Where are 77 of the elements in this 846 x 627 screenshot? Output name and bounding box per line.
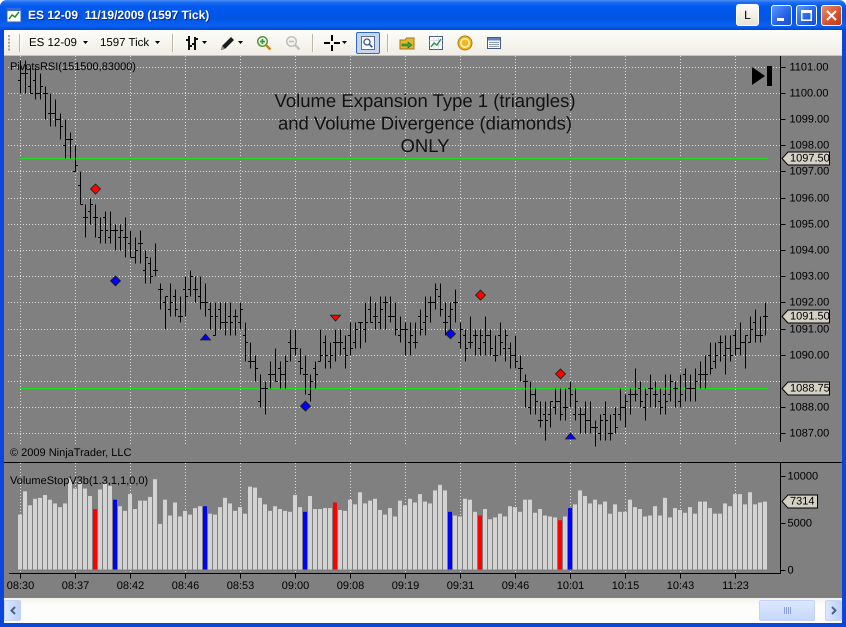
time-label: 08:42 [116, 580, 144, 592]
caret-icon [155, 41, 160, 44]
time-label: 09:00 [282, 580, 310, 592]
time-label: 08:53 [226, 580, 254, 592]
axis-label: 1094.00 [790, 244, 830, 256]
triangle-marker [200, 333, 212, 340]
time-label: 09:46 [502, 580, 530, 592]
zoom-in-icon [256, 34, 272, 50]
value-tag: 7314 [781, 494, 818, 508]
maximize-icon [801, 10, 812, 20]
chevron-right-icon [830, 606, 836, 615]
price-tag: 1088.75 [781, 382, 830, 396]
diamond-marker [300, 400, 312, 412]
axis-label: 1091.00 [790, 324, 830, 336]
folder-arrow-icon [399, 34, 416, 50]
price-tag: 1091.50 [781, 310, 830, 324]
instrument-dropdown[interactable]: ES 12-09 [25, 34, 92, 52]
time-label: 10:43 [666, 580, 694, 592]
scroll-right-button[interactable] [825, 600, 842, 621]
axis-label: 1098.00 [790, 140, 830, 152]
l-button[interactable]: L [736, 4, 759, 26]
minimize-icon [776, 18, 784, 20]
diamond-marker [110, 275, 122, 286]
time-label: 08:46 [172, 580, 200, 592]
axis-label: 1092.00 [790, 296, 830, 308]
time-label: 11:23 [722, 580, 749, 592]
axis-label: 1090.00 [790, 350, 830, 362]
axis-label: 1101.00 [790, 62, 828, 74]
line-chart-icon [428, 34, 444, 50]
scroll-thumb[interactable] [759, 600, 815, 621]
triangle-marker [564, 432, 576, 440]
time-label: 10:15 [612, 580, 640, 592]
axis-label: 1097.00 [790, 166, 830, 178]
time-label: 09:19 [392, 580, 420, 592]
triangle-marker [330, 314, 342, 322]
close-button[interactable] [821, 4, 842, 26]
pencil-icon [220, 34, 236, 50]
axis-label: 1087.00 [790, 428, 830, 440]
copyright-text: © 2009 NinjaTrader, LLC [10, 447, 132, 459]
time-label: 10:01 [556, 580, 584, 592]
time-label: 08:37 [62, 580, 90, 592]
caret-icon [82, 41, 88, 44]
diamond-marker [554, 368, 566, 380]
chart-window-icon [6, 7, 22, 23]
minimize-button[interactable] [771, 4, 792, 26]
thumb-grip-icon [784, 607, 790, 614]
chevron-left-icon [10, 606, 16, 615]
axis-label: 1099.00 [790, 114, 830, 126]
zoom-out-icon [285, 34, 302, 50]
table-icon [486, 34, 502, 50]
scroll-left-button[interactable] [4, 600, 21, 621]
magnifier-frame-button[interactable] [356, 32, 380, 54]
magnifier-frame-icon [360, 34, 376, 50]
axis-label: 1095.00 [790, 218, 830, 230]
interval-dropdown[interactable]: 1597 Tick [96, 34, 164, 52]
axis-label: 0 [788, 564, 794, 576]
diamond-marker [474, 290, 486, 301]
axis-label: 1093.00 [790, 270, 830, 282]
axis-label: 1096.00 [790, 192, 830, 204]
axis-label: 5000 [788, 518, 812, 530]
time-label: 09:31 [446, 580, 474, 592]
axis-label: 1100.00 [790, 88, 828, 100]
crosshair-icon [324, 34, 340, 50]
window-title: ES 12-09 11/19/2009 (1597 Tick) [28, 8, 210, 22]
price-tag: 1097.50 [781, 152, 830, 166]
axis-label: 10000 [788, 470, 818, 482]
coin-icon [457, 34, 474, 50]
time-label: 08:30 [6, 580, 34, 592]
chart-note: Volume Expansion Type 1 (triangles) and Volume Divergence (diamonds) ONLY [274, 90, 576, 156]
diamond-marker [90, 183, 102, 195]
price-bars-icon [184, 34, 200, 50]
skip-to-end-icon[interactable] [752, 66, 772, 86]
diamond-marker [444, 328, 456, 340]
maximize-button[interactable] [796, 4, 817, 26]
time-label: 09:08 [336, 580, 364, 592]
close-icon [826, 10, 837, 20]
axis-label: 1088.00 [790, 402, 830, 414]
